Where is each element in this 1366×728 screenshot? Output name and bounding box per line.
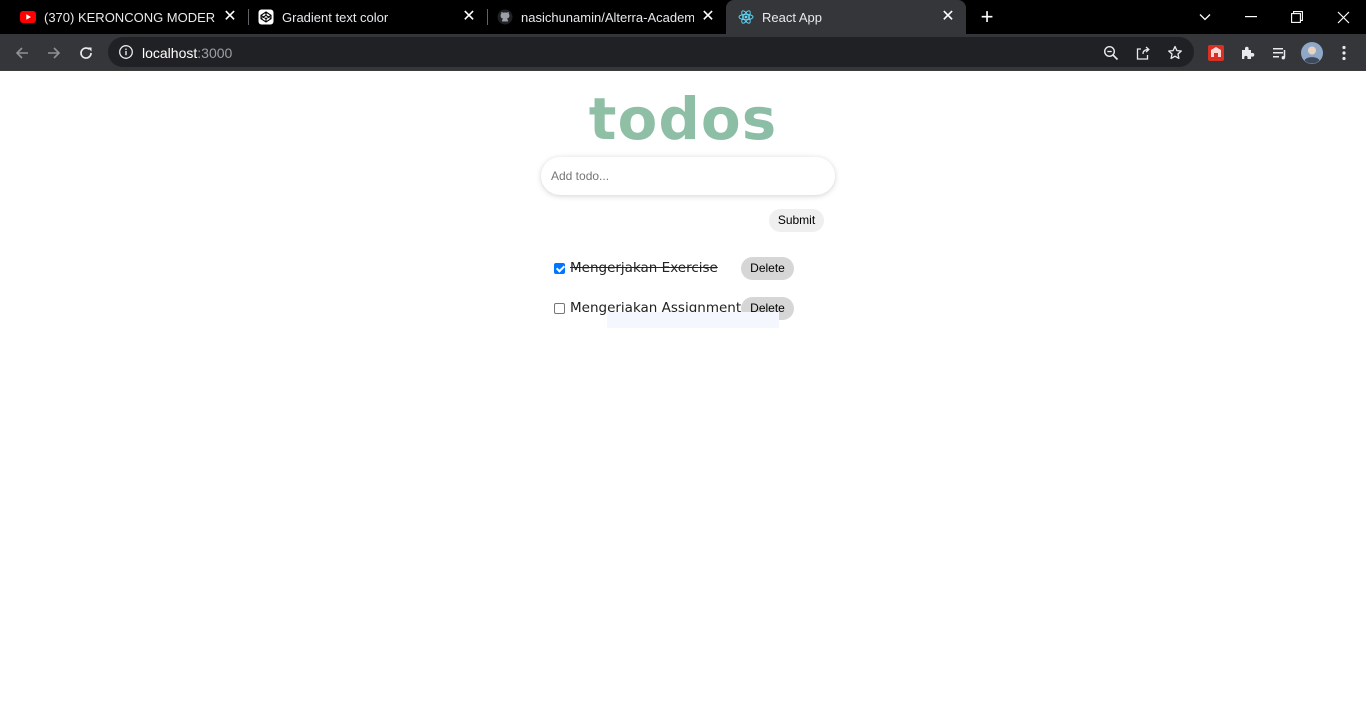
close-tab-icon[interactable]: ✕ xyxy=(222,9,238,25)
close-tab-icon[interactable]: ✕ xyxy=(700,9,716,25)
extensions-puzzle-icon[interactable] xyxy=(1236,41,1260,65)
app-title: todos xyxy=(0,83,1366,155)
page-content: todos Submit Mengerjakan Exercise Delete… xyxy=(0,71,1366,728)
forward-arrow-icon[interactable] xyxy=(42,41,66,65)
tab-title: Gradient text color xyxy=(282,9,389,25)
browser-menu-icon[interactable] xyxy=(1332,41,1356,65)
delete-button[interactable]: Delete xyxy=(741,257,794,280)
todo-text: Mengerjakan Exercise xyxy=(570,260,718,276)
minimize-icon[interactable] xyxy=(1228,0,1274,34)
close-tab-icon[interactable]: ✕ xyxy=(940,9,956,25)
tab-title: (370) KERONCONG MODERN MIX xyxy=(44,9,216,25)
codepen-icon xyxy=(258,9,274,25)
reload-icon[interactable] xyxy=(74,41,98,65)
react-icon xyxy=(738,9,754,25)
share-icon[interactable] xyxy=(1134,44,1152,62)
tab-youtube[interactable]: (370) KERONCONG MODERN MIX ✕ xyxy=(0,0,248,34)
tab-github[interactable]: nasichunamin/Alterra-Academy ✕ xyxy=(477,0,726,34)
todo-checkbox[interactable] xyxy=(554,303,565,314)
back-arrow-icon[interactable] xyxy=(10,41,34,65)
tab-search-chevron-icon[interactable] xyxy=(1182,0,1228,34)
tab-strip: (370) KERONCONG MODERN MIX ✕ Gradient te… xyxy=(0,0,1366,34)
address-bar[interactable]: localhost:3000 xyxy=(108,37,1194,67)
github-icon xyxy=(497,9,513,25)
tab-gradient-text[interactable]: Gradient text color ✕ xyxy=(238,0,487,34)
restore-icon[interactable] xyxy=(1274,0,1320,34)
media-queue-icon[interactable] xyxy=(1268,41,1292,65)
zoom-icon[interactable] xyxy=(1102,44,1120,62)
youtube-icon xyxy=(20,9,36,25)
address-host: localhost xyxy=(142,45,198,61)
address-port: :3000 xyxy=(197,45,233,61)
tab-title: React App xyxy=(762,9,822,25)
add-todo-input[interactable] xyxy=(541,157,835,195)
close-window-icon[interactable] xyxy=(1320,0,1366,34)
new-tab-plus-icon[interactable]: + xyxy=(976,6,998,28)
faint-overlay xyxy=(607,312,779,328)
tab-react-app[interactable]: React App ✕ xyxy=(726,0,966,34)
profile-avatar[interactable] xyxy=(1300,41,1324,65)
submit-button[interactable]: Submit xyxy=(769,209,824,232)
extension-red-icon[interactable] xyxy=(1204,41,1228,65)
address-url: localhost:3000 xyxy=(142,45,232,61)
todo-item: Mengerjakan Exercise Delete xyxy=(554,257,804,281)
tab-title: nasichunamin/Alterra-Academy xyxy=(521,9,694,25)
todo-checkbox[interactable] xyxy=(554,263,565,274)
close-tab-icon[interactable]: ✕ xyxy=(461,9,477,25)
site-info-icon[interactable] xyxy=(118,44,134,60)
bookmark-star-icon[interactable] xyxy=(1166,44,1184,62)
browser-toolbar: localhost:3000 xyxy=(0,34,1366,71)
